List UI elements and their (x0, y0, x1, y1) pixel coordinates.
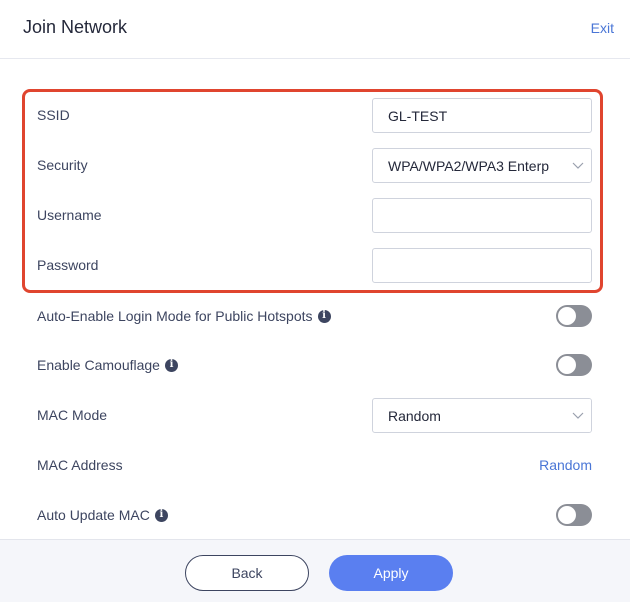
ssid-label: SSID (37, 107, 70, 123)
ssid-input[interactable]: GL-TEST (372, 98, 592, 133)
auto-update-mac-toggle[interactable] (556, 504, 592, 526)
dialog-header: Join Network Exit (0, 0, 630, 59)
ssid-label-text: SSID (37, 107, 70, 123)
password-input[interactable] (372, 248, 592, 283)
dialog-title: Join Network (23, 17, 128, 37)
info-icon[interactable]: i (154, 508, 168, 522)
mac-address-label: MAC Address (37, 457, 123, 473)
camouflage-label-text: Enable Camouflage (37, 357, 160, 373)
exit-link[interactable]: Exit (591, 20, 614, 36)
info-icon[interactable]: i (164, 358, 178, 372)
mac-address-random-link[interactable]: Random (539, 457, 592, 473)
security-label-text: Security (37, 157, 88, 173)
auto-login-label-text: Auto-Enable Login Mode for Public Hotspo… (37, 308, 313, 324)
username-label-text: Username (37, 207, 102, 223)
camouflage-label: Enable Camouflage i (37, 357, 178, 373)
mac-mode-label: MAC Mode (37, 407, 107, 423)
auto-update-mac-label: Auto Update MAC i (37, 507, 168, 523)
mac-mode-select-value: Random (388, 407, 441, 424)
toggle-knob (558, 506, 576, 524)
password-label-text: Password (37, 257, 99, 273)
username-input[interactable] (372, 198, 592, 233)
password-label: Password (37, 257, 98, 273)
security-select[interactable]: WPA/WPA2/WPA3 Enterp (372, 148, 592, 183)
security-label: Security (37, 157, 88, 173)
toggle-knob (558, 307, 576, 325)
auto-update-mac-label-text: Auto Update MAC (37, 507, 150, 523)
info-icon[interactable]: i (317, 309, 331, 323)
camouflage-toggle[interactable] (556, 354, 592, 376)
chevron-down-icon (565, 399, 591, 432)
auto-login-toggle[interactable] (556, 305, 592, 327)
back-button[interactable]: Back (185, 555, 309, 591)
security-select-value: WPA/WPA2/WPA3 Enterp (388, 157, 550, 174)
dialog-footer: Back Apply (0, 539, 630, 602)
username-label: Username (37, 207, 102, 223)
toggle-knob (558, 356, 576, 374)
chevron-down-icon (565, 149, 591, 182)
mac-mode-select[interactable]: Random (372, 398, 592, 433)
mac-address-label-text: MAC Address (37, 457, 123, 473)
mac-mode-label-text: MAC Mode (37, 407, 108, 423)
auto-login-label: Auto-Enable Login Mode for Public Hotspo… (37, 308, 331, 324)
apply-button[interactable]: Apply (329, 555, 453, 591)
